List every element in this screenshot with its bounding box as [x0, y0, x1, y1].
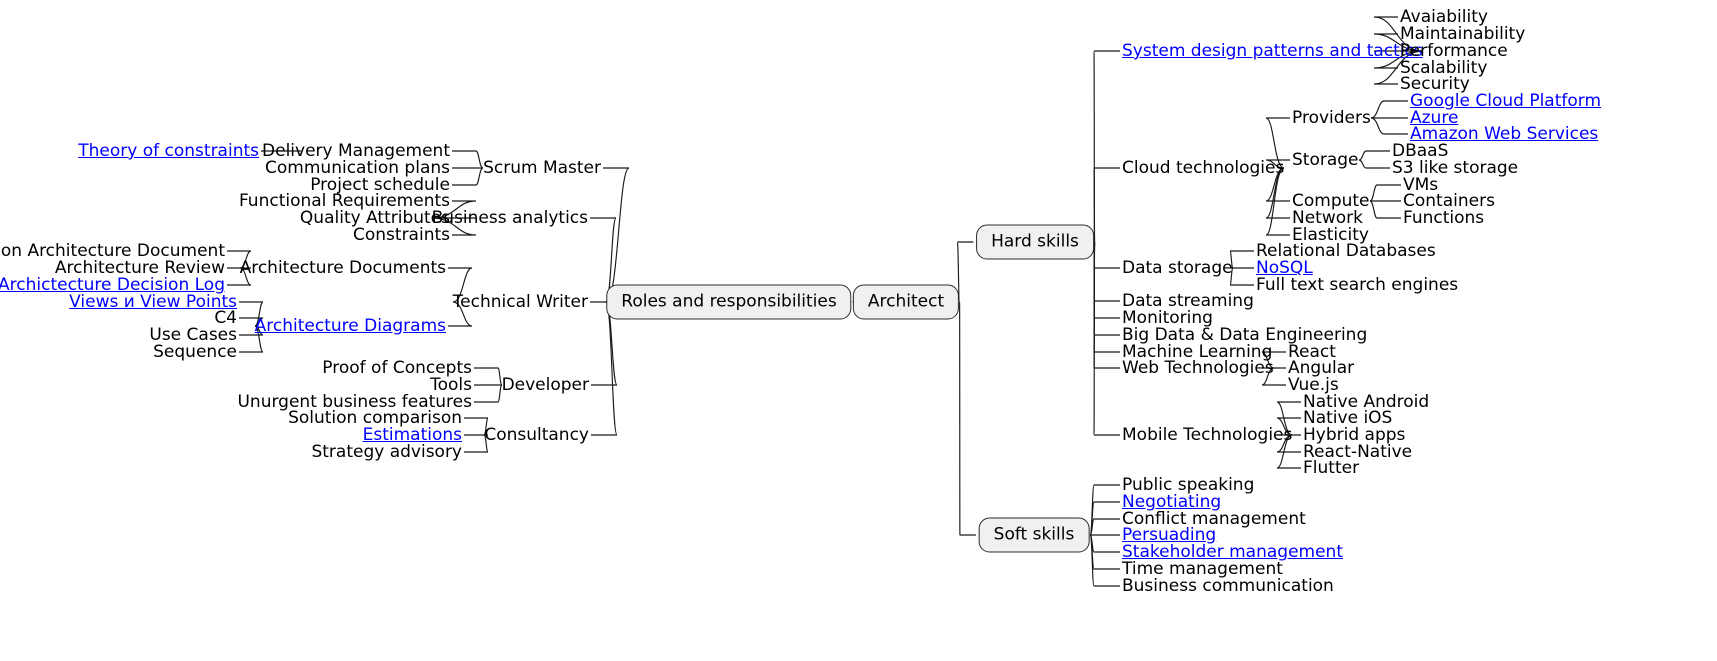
archdiag-views-и-view-points[interactable]: Views и View Points — [69, 292, 237, 312]
hard-skill-system-design-patterns-and-tactics[interactable]: System design patterns and tactics — [1122, 41, 1423, 61]
mindmap-canvas: Architect Roles and responsibilities Hard … — [0, 0, 1717, 661]
tw-topic-architecture-documents: Architecture Documents — [239, 258, 446, 278]
hard-skill-mobile-technologies: Mobile Technologies — [1122, 425, 1293, 445]
root-node-architect[interactable]: Architect — [852, 284, 960, 320]
role-scrum-master: Scrum Master — [483, 158, 601, 178]
cloud-topic-storage: Storage — [1292, 150, 1359, 170]
hard-skill-data-storage: Data storage — [1122, 258, 1233, 278]
node-soft-skills[interactable]: Soft skills — [978, 517, 1090, 553]
delivery-topic-theory-of-constraints[interactable]: Theory of constraints — [78, 141, 259, 161]
mobile-tech-flutter: Flutter — [1303, 458, 1360, 478]
role-consultancy: Consultancy — [484, 425, 589, 445]
consult-topic-strategy-advisory: Strategy advisory — [311, 442, 462, 462]
role-developer: Developer — [501, 375, 589, 395]
hard-skill-web-technologies: Web Technologies — [1122, 358, 1274, 378]
hard-skill-cloud-technologies: Cloud technologies — [1122, 158, 1285, 178]
soft-skill-business-communication: Business communication — [1122, 576, 1334, 596]
tw-topic-architecture-diagrams[interactable]: Architecture Diagrams — [255, 316, 446, 336]
ba-topic-constraints: Constraints — [353, 225, 450, 245]
archdiag-sequence: Sequence — [153, 342, 237, 362]
data-storage-full-text-search-engines: Full text search engines — [1256, 275, 1459, 295]
role-technical-writer: Technical Writer — [452, 292, 588, 312]
role-business-analytics: Business analytics — [431, 208, 588, 228]
compute-functions: Functions — [1403, 208, 1485, 228]
node-roles-and-responsibilities[interactable]: Roles and responsibilities — [606, 284, 852, 320]
node-hard-skills[interactable]: Hard skills — [976, 224, 1094, 260]
cloud-topic-providers: Providers — [1292, 108, 1371, 128]
